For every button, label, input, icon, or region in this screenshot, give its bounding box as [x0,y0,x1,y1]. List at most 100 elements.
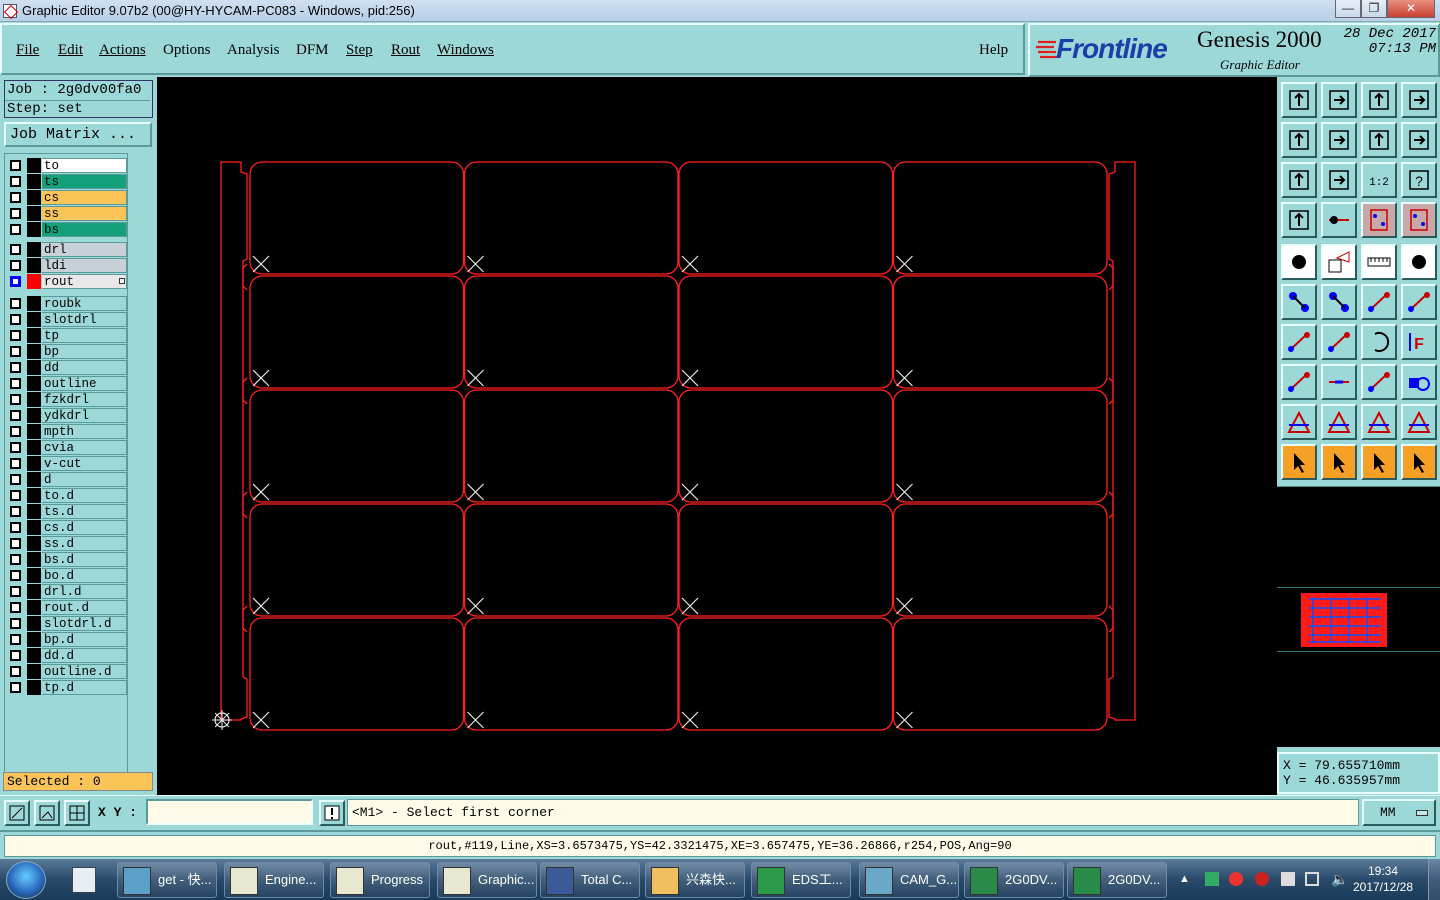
layer-row-dd[interactable]: dd [7,360,127,375]
tray-app-icon-2[interactable] [1229,872,1243,886]
polygon-button[interactable] [1321,244,1357,280]
layer-checkbox[interactable] [10,682,21,693]
layer-checkbox[interactable] [10,260,21,271]
layer-color-swatch[interactable] [27,344,41,359]
layer-checkbox[interactable] [10,362,21,373]
layer-color-swatch[interactable] [27,376,41,391]
zoom-center-button[interactable] [1321,162,1357,198]
taskbar-item[interactable]: EDS工... [751,862,851,898]
network-icon[interactable] [1305,872,1319,886]
layer-color-swatch[interactable] [27,258,41,273]
zoom-1to1-button[interactable]: 1:2 [1361,162,1397,198]
layer-color-swatch[interactable] [27,360,41,375]
taskbar-item[interactable]: 兴森快... [645,862,745,898]
layer-color-swatch[interactable] [27,664,41,679]
split-window-button[interactable] [1401,82,1437,118]
layer-color-swatch[interactable] [27,456,41,471]
layer-checkbox[interactable] [10,410,21,421]
taskbar-item[interactable]: Graphic... [437,862,537,898]
transform-button[interactable] [1401,364,1437,400]
layer-color-swatch[interactable] [27,616,41,631]
layer-row-slotdrl[interactable]: slotdrl [7,312,127,327]
taskbar-item[interactable]: CAM_G... [859,862,959,898]
calculator-icon[interactable] [72,867,96,893]
edit-line-button[interactable] [1321,324,1357,360]
taskbar-item[interactable]: Total C... [540,862,640,898]
layer-checkbox[interactable] [10,314,21,325]
layer-row-bp-d[interactable]: bp.d [7,632,127,647]
mirror-f-button[interactable]: F [1401,324,1437,360]
resize-button[interactable] [1361,364,1397,400]
layer-color-swatch[interactable] [27,440,41,455]
layer-checkbox[interactable] [10,346,21,357]
layer-checkbox[interactable] [10,618,21,629]
layer-checkbox[interactable] [10,394,21,405]
layer-checkbox[interactable] [10,538,21,549]
layer-checkbox[interactable] [10,176,21,187]
layer-checkbox[interactable] [10,506,21,517]
connect-button[interactable] [1281,284,1317,320]
layer-color-swatch[interactable] [27,584,41,599]
fill-triangle-button[interactable] [1281,404,1317,440]
text-arrow-button[interactable] [1361,404,1397,440]
zoom-left-button[interactable] [1281,122,1317,158]
measure-button[interactable] [1281,202,1317,238]
layer-color-swatch[interactable] [27,392,41,407]
taskbar-item[interactable]: get - 快... [117,862,217,898]
layer-row-bo-d[interactable]: bo.d [7,568,127,583]
menu-windows[interactable]: Windows [437,42,494,59]
job-matrix-button[interactable]: Job Matrix ... [4,122,152,147]
layer-color-swatch[interactable] [27,174,41,189]
menu-edit[interactable]: Edit [58,42,83,59]
select-path-button[interactable] [1401,444,1437,480]
layer-row-roubk[interactable]: roubk [7,296,127,311]
layer-checkbox[interactable] [10,244,21,255]
layer-row-to[interactable]: to [7,158,127,173]
layer-row-drl-d[interactable]: drl.d [7,584,127,599]
layer-row-cs[interactable]: cs [7,190,127,205]
menu-step[interactable]: Step [346,42,373,59]
menu-options[interactable]: Options [163,42,211,59]
layer-color-swatch[interactable] [27,520,41,535]
taskbar-item[interactable]: 2G0DV... [964,862,1064,898]
graphic-canvas[interactable] [157,77,1277,795]
menu-help[interactable]: Help [979,42,1008,59]
undo-button[interactable] [1361,122,1397,158]
adjust-arrow-button[interactable] [1401,404,1437,440]
action-center-icon[interactable] [1281,872,1295,886]
layer-checkbox[interactable] [10,666,21,677]
layer-row-ss[interactable]: ss [7,206,127,221]
layer-checkbox[interactable] [10,602,21,613]
layer-row-tp-d[interactable]: tp.d [7,680,127,695]
tray-app-icon-3[interactable] [1255,872,1269,886]
layer-checkbox[interactable] [10,522,21,533]
select-circle-button[interactable] [1361,444,1397,480]
layer-row-outline[interactable]: outline [7,376,127,391]
layer-row-cvia[interactable]: cvia [7,440,127,455]
layer-row-to-d[interactable]: to.d [7,488,127,503]
layer-row-drl[interactable]: drl [7,242,127,257]
menu-file[interactable]: File [16,42,39,59]
layer-color-swatch[interactable] [27,488,41,503]
layer-checkbox[interactable] [10,426,21,437]
layer-color-swatch[interactable] [27,296,41,311]
layer-checkbox[interactable] [10,634,21,645]
taskbar-item[interactable]: Engine... [224,862,324,898]
angle-button[interactable] [1281,324,1317,360]
layer-row-bs-d[interactable]: bs.d [7,552,127,567]
layer-row-dd-d[interactable]: dd.d [7,648,127,663]
layer-color-swatch[interactable] [27,680,41,695]
layer-color-swatch[interactable] [27,190,41,205]
show-desktop-button[interactable] [1428,859,1440,900]
taskbar-item[interactable]: 2G0DV... [1067,862,1167,898]
layer-checkbox[interactable] [10,330,21,341]
ruler-button[interactable] [1361,244,1397,280]
layer-color-swatch[interactable] [27,536,41,551]
select-arrow-button[interactable] [1281,444,1317,480]
menu-dfm[interactable]: DFM [296,42,329,59]
layer-row-outline-d[interactable]: outline.d [7,664,127,679]
layer-row-mpth[interactable]: mpth [7,424,127,439]
taskbar-clock[interactable]: 19:34 2017/12/28 [1348,863,1418,895]
zoom-fit-button[interactable] [1281,162,1317,198]
alert-button[interactable] [319,800,345,826]
